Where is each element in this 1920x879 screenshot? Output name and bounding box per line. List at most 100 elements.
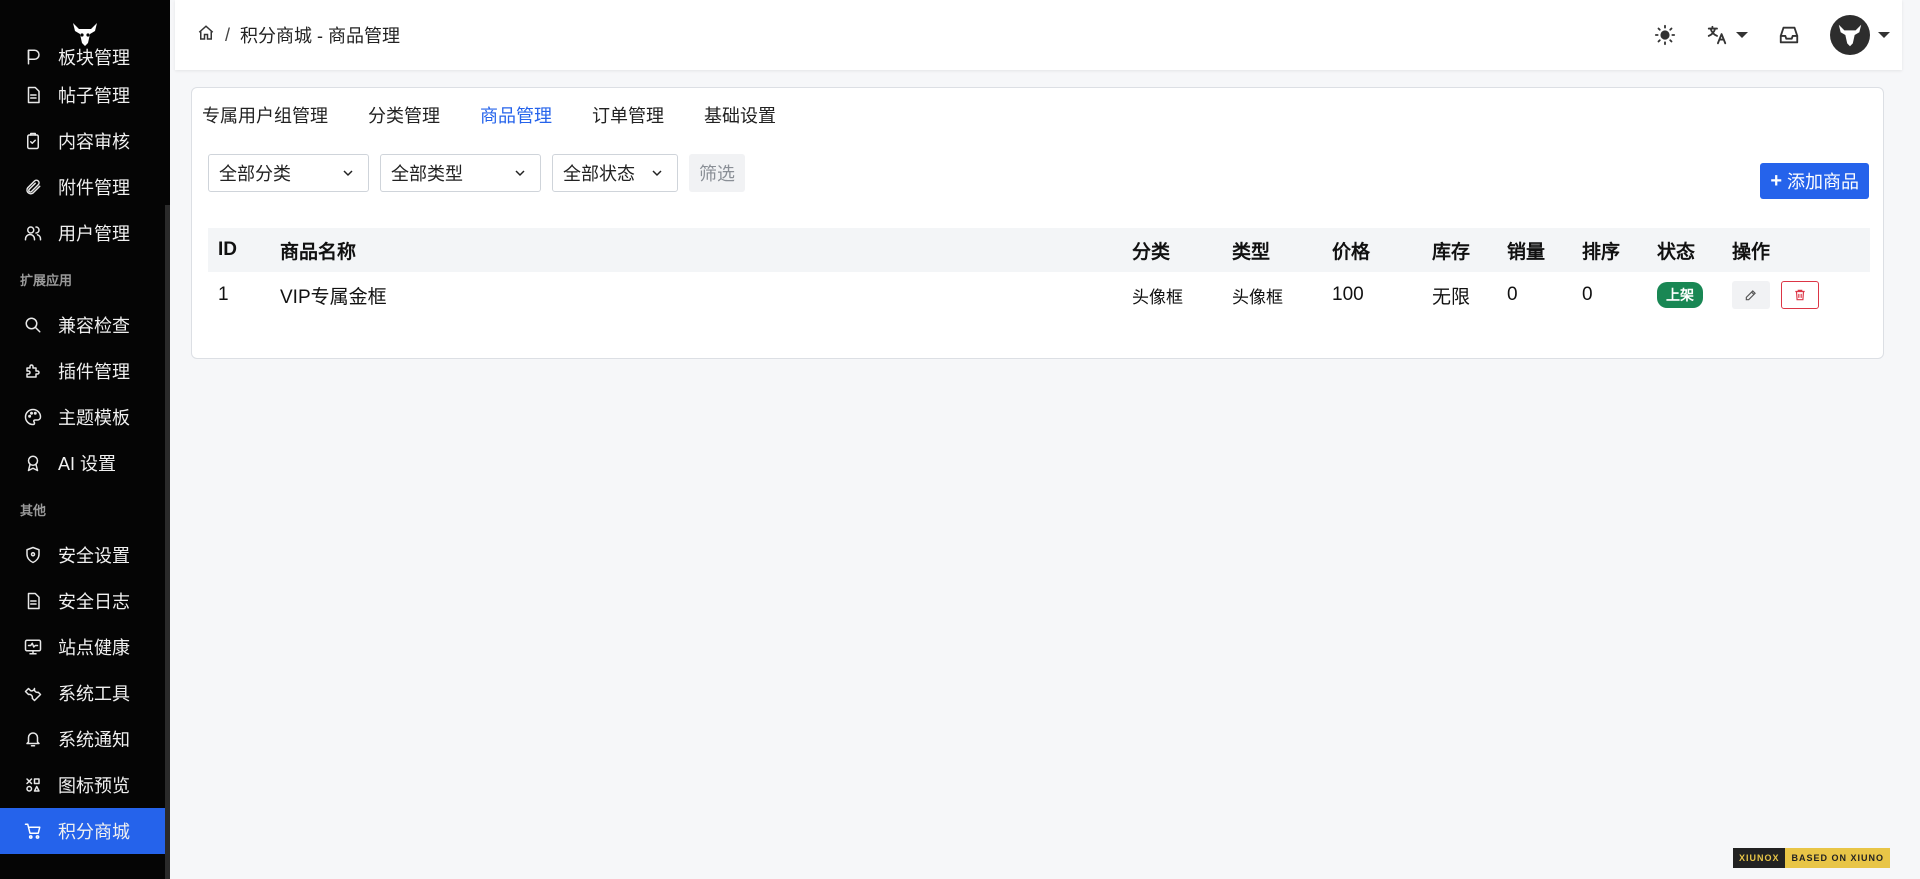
tab-categories[interactable]: 分类管理 — [368, 100, 440, 132]
sidebar-section-other: 其他 — [20, 502, 47, 518]
sidebar-item-attachments[interactable]: 附件管理 — [0, 164, 165, 210]
sidebar-item-label: 站点健康 — [58, 638, 130, 658]
cell-price: 100 — [1332, 284, 1364, 305]
col-price: 价格 — [1332, 241, 1371, 263]
add-product-label: 添加商品 — [1787, 172, 1859, 192]
top-header: / 积分商城 - 商品管理 — [175, 0, 1902, 70]
sidebar-item-security-settings[interactable]: 安全设置 — [0, 532, 165, 578]
ai-badge-icon — [22, 452, 44, 474]
avatar — [1830, 15, 1870, 55]
chevron-down-icon — [343, 170, 353, 177]
user-menu[interactable] — [1830, 15, 1890, 55]
tab-bar: 专属用户组管理 分类管理 商品管理 订单管理 基础设置 — [202, 100, 816, 132]
sidebar-item-label: 板块管理 — [58, 48, 130, 68]
sidebar-item-ai-settings[interactable]: AI 设置 — [0, 440, 165, 486]
cell-sort: 0 — [1582, 284, 1593, 305]
wrench-icon — [22, 682, 44, 704]
breadcrumb-separator: / — [225, 24, 231, 45]
table-header-row: ID 商品名称 分类 类型 价格 库存 销量 排序 状态 操作 — [208, 228, 1870, 272]
sidebar: 板块管理 帖子管理 内容审核 附件管理 用户管理 扩展应用 兼容检查 插件管理 — [0, 0, 170, 879]
col-category: 分类 — [1132, 241, 1171, 263]
category-select-value: 全部分类 — [219, 164, 291, 184]
product-table: ID 商品名称 分类 类型 价格 库存 销量 排序 状态 操作 1 VIP专属金… — [208, 228, 1870, 318]
sidebar-item-label: 兼容检查 — [58, 316, 130, 336]
col-stock: 库存 — [1432, 241, 1471, 263]
sidebar-item-label: 用户管理 — [58, 224, 130, 244]
sidebar-item-system-tools[interactable]: 系统工具 — [0, 670, 165, 716]
add-product-button[interactable]: + 添加商品 — [1760, 163, 1869, 199]
log-icon — [22, 590, 44, 612]
col-name: 商品名称 — [280, 241, 357, 263]
tab-exclusive-groups[interactable]: 专属用户组管理 — [202, 100, 328, 132]
clipboard-check-icon — [22, 130, 44, 152]
language-button[interactable] — [1706, 24, 1748, 46]
cell-type: 头像框 — [1232, 287, 1283, 307]
status-select-value: 全部状态 — [563, 164, 635, 184]
sidebar-item-themes[interactable]: 主题模板 — [0, 394, 165, 440]
filter-bar: 全部分类 全部类型 全部状态 筛选 — [208, 154, 745, 192]
sidebar-item-label: 系统通知 — [58, 730, 130, 750]
sidebar-item-compat-check[interactable]: 兼容检查 — [0, 302, 165, 348]
cell-category: 头像框 — [1132, 287, 1183, 307]
shield-icon — [22, 544, 44, 566]
sidebar-item-posts[interactable]: 帖子管理 — [0, 72, 165, 118]
col-type: 类型 — [1232, 241, 1271, 263]
palette-icon — [22, 406, 44, 428]
theme-toggle-button[interactable] — [1654, 24, 1676, 46]
delete-button[interactable] — [1781, 281, 1820, 309]
edit-icon — [1745, 290, 1756, 301]
cell-stock: 无限 — [1432, 286, 1471, 308]
sidebar-item-label: 安全设置 — [58, 546, 130, 566]
trash-icon — [1795, 289, 1805, 301]
sidebar-item-review[interactable]: 内容审核 — [0, 118, 165, 164]
col-id: ID — [218, 239, 237, 260]
sidebar-item-security-log[interactable]: 安全日志 — [0, 578, 165, 624]
sidebar-item-label: 安全日志 — [58, 592, 130, 612]
sidebar-item-label: 积分商城 — [58, 822, 130, 842]
sidebar-nav: 板块管理 帖子管理 内容审核 附件管理 用户管理 扩展应用 兼容检查 插件管理 — [0, 48, 170, 854]
inbox-button[interactable] — [1778, 24, 1800, 46]
tab-basic-settings[interactable]: 基础设置 — [704, 100, 776, 132]
cart-icon — [22, 820, 44, 842]
sidebar-item-label: 插件管理 — [58, 362, 130, 382]
sidebar-item-boards[interactable]: 板块管理 — [0, 42, 165, 72]
type-select-value: 全部类型 — [391, 164, 463, 184]
sidebar-item-points-mall[interactable]: 积分商城 — [0, 808, 170, 854]
col-sales: 销量 — [1507, 241, 1546, 263]
chevron-down-icon — [1878, 32, 1890, 38]
sidebar-item-label: 帖子管理 — [58, 86, 130, 106]
cell-status: 上架 — [1647, 272, 1722, 318]
sidebar-scrollbar[interactable] — [165, 205, 170, 879]
cell-actions — [1722, 272, 1870, 318]
filter-button[interactable]: 筛选 — [689, 154, 745, 192]
sidebar-item-icon-preview[interactable]: 图标预览 — [0, 762, 165, 808]
chevron-down-icon — [652, 170, 662, 177]
edit-button[interactable] — [1732, 281, 1770, 309]
cell-name: VIP专属金框 — [280, 286, 387, 308]
document-icon — [22, 84, 44, 106]
sidebar-item-system-notice[interactable]: 系统通知 — [0, 716, 165, 762]
bull-avatar-icon — [1838, 24, 1862, 47]
users-icon — [22, 222, 44, 244]
breadcrumb: / 积分商城 - 商品管理 — [197, 22, 400, 48]
category-select[interactable]: 全部分类 — [208, 154, 369, 192]
search-icon — [22, 314, 44, 336]
sidebar-item-plugins[interactable]: 插件管理 — [0, 348, 165, 394]
sidebar-item-site-health[interactable]: 站点健康 — [0, 624, 165, 670]
col-status: 状态 — [1657, 241, 1696, 263]
table-row: 1 VIP专属金框 头像框 头像框 100 无限 0 0 上架 — [208, 272, 1870, 318]
product-management-card: 专属用户组管理 分类管理 商品管理 订单管理 基础设置 全部分类 全部类型 全部… — [191, 87, 1884, 359]
col-actions: 操作 — [1732, 241, 1771, 263]
paperclip-icon — [22, 176, 44, 198]
puzzle-icon — [22, 360, 44, 382]
tab-products[interactable]: 商品管理 — [480, 100, 552, 132]
monitor-icon — [22, 636, 44, 658]
tab-orders[interactable]: 订单管理 — [592, 100, 664, 132]
type-select[interactable]: 全部类型 — [380, 154, 541, 192]
home-icon[interactable] — [197, 24, 215, 47]
sidebar-item-label: 附件管理 — [58, 178, 130, 198]
powered-by-badge[interactable]: XIUNOX BASED ON XIUNO — [1732, 848, 1890, 868]
status-select[interactable]: 全部状态 — [552, 154, 678, 192]
sidebar-item-users[interactable]: 用户管理 — [0, 210, 165, 256]
status-badge: 上架 — [1657, 282, 1703, 308]
